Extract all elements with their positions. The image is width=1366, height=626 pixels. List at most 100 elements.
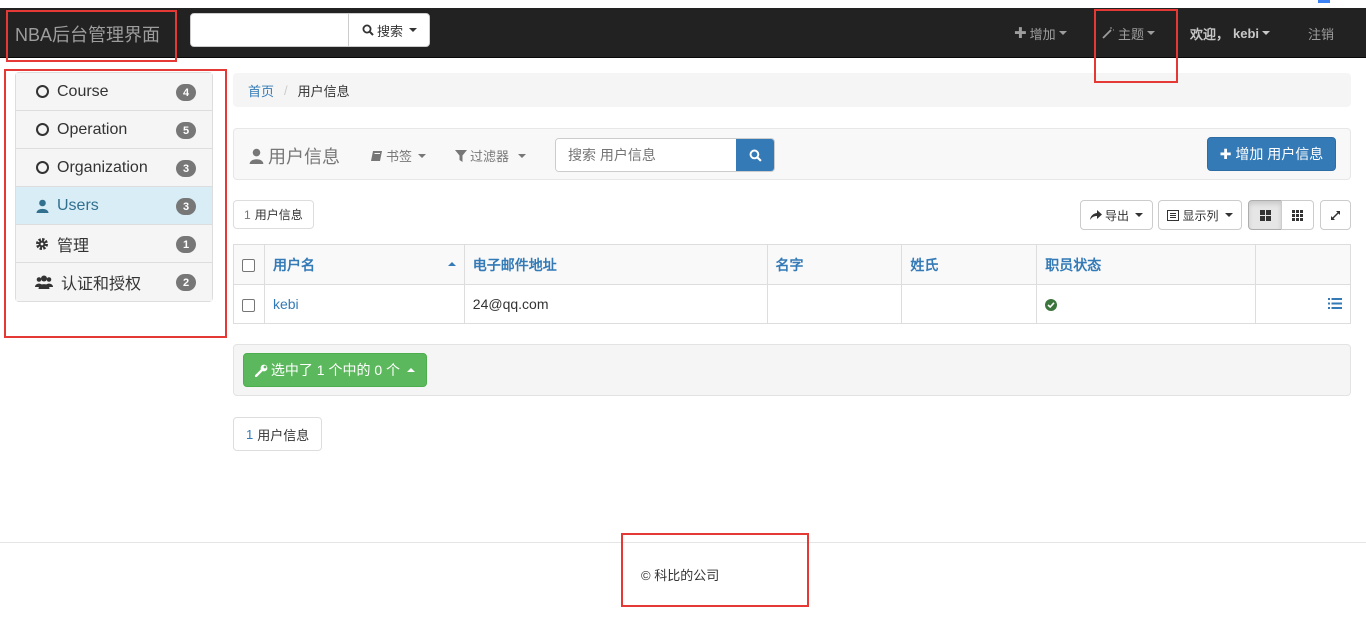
staff-status-cell: [1036, 284, 1256, 324]
list-search-input[interactable]: [556, 139, 737, 171]
browser-indicator: [1318, 0, 1330, 3]
result-count-number: 1: [246, 426, 254, 442]
row-select-cell: [233, 284, 265, 324]
column-header-username[interactable]: 用户名: [263, 244, 465, 285]
chevron-down-icon: [1135, 213, 1143, 217]
count-badge: 3: [176, 198, 196, 215]
count-badge: 5: [176, 122, 196, 139]
sidebar-item-auth[interactable]: 认证和授权 2: [16, 263, 212, 301]
username-link[interactable]: kebi: [273, 296, 299, 312]
grid-large-view-button[interactable]: [1248, 200, 1282, 230]
circle-outline-icon: [35, 161, 49, 175]
columns-label: 显示列: [1182, 208, 1219, 223]
list-alt-icon: [1167, 209, 1180, 221]
search-icon: [362, 24, 374, 36]
navbar-search: 搜索: [190, 13, 430, 47]
select-all-cell: [233, 244, 265, 285]
theme-menu[interactable]: 主题: [1102, 8, 1156, 58]
filters-dropdown[interactable]: 过滤器: [455, 146, 527, 165]
sidebar-item-label: 管理: [57, 237, 90, 255]
table-row: kebi 24@qq.com: [233, 284, 1351, 324]
username: kebi: [1233, 25, 1260, 41]
th-icon: [1292, 209, 1303, 221]
magic-wand-icon: [1102, 27, 1114, 39]
sidebar-menu: Course 4 Operation 5 Organization 3 User…: [15, 72, 213, 302]
add-user-label: 增加 用户信息: [1235, 146, 1324, 162]
result-count-number: 1: [244, 207, 251, 222]
list-icon[interactable]: [1328, 298, 1342, 309]
result-count: 1 用户信息: [233, 200, 314, 229]
sidebar-item-label: Operation: [57, 120, 128, 138]
user-menu[interactable]: 欢迎， kebi: [1190, 8, 1271, 58]
first-name-cell: [766, 284, 903, 324]
navbar-search-input[interactable]: [191, 14, 348, 46]
page-title: 用户信息: [249, 143, 340, 169]
plus-icon: ✚: [1014, 25, 1027, 42]
chevron-down-icon: [1147, 31, 1156, 35]
fullscreen-icon: [1331, 210, 1340, 220]
chevron-down-icon: [418, 153, 427, 158]
row-checkbox[interactable]: [242, 298, 256, 312]
columns-button[interactable]: 显示列: [1158, 200, 1242, 230]
email-cell: 24@qq.com: [463, 284, 768, 324]
search-icon: [749, 149, 762, 162]
sidebar-item-users[interactable]: Users 3: [16, 187, 212, 225]
sidebar-item-label: Organization: [57, 158, 148, 176]
column-header-email[interactable]: 电子邮件地址: [463, 244, 768, 285]
result-count-label: 用户信息: [257, 427, 310, 443]
bulk-action-button[interactable]: 选中了 1 个中的 0 个: [243, 353, 427, 387]
navbar-search-label: 搜索: [376, 23, 403, 39]
footer-divider: [0, 542, 1366, 543]
last-name-cell: [901, 284, 1038, 324]
plus-icon: ✚: [1219, 145, 1232, 162]
list-search: [555, 138, 775, 172]
breadcrumb-home-link[interactable]: 首页: [248, 81, 274, 100]
th-large-icon: [1259, 209, 1271, 221]
circle-outline-icon: [35, 123, 49, 137]
welcome-text: 欢迎，: [1190, 26, 1230, 42]
filter-icon: [455, 149, 467, 162]
navbar-search-button[interactable]: 搜索: [348, 14, 429, 46]
sidebar-item-course[interactable]: Course 4: [16, 73, 212, 111]
sort-ascending-icon: [447, 262, 456, 266]
column-header-actions: [1255, 244, 1351, 285]
bulk-action-label: 选中了 1 个中的 0 个: [270, 362, 401, 378]
sidebar-item-label: Users: [57, 196, 99, 214]
add-menu-label: 增加: [1029, 26, 1056, 42]
users-table: 用户名 电子邮件地址 名字 姓氏 职员状态 kebi 24@qq.com: [233, 244, 1351, 324]
chevron-down-icon: [409, 28, 417, 32]
sidebar-item-organization[interactable]: Organization 3: [16, 149, 212, 187]
chevron-down-icon: [1058, 31, 1067, 35]
bulk-action-bar: 选中了 1 个中的 0 个: [233, 344, 1351, 396]
sidebar-item-admin[interactable]: 管理 1: [16, 225, 212, 263]
book-icon: [371, 150, 382, 161]
export-label: 导出: [1104, 208, 1129, 223]
sidebar-item-label: Course: [57, 82, 109, 100]
user-icon: [249, 148, 264, 164]
add-menu[interactable]: ✚ 增加: [1014, 8, 1067, 58]
share-icon: [1089, 209, 1102, 220]
export-button[interactable]: 导出: [1080, 200, 1153, 230]
list-header-bar: 用户信息 书签 过滤器 ✚ 增加 用户信息: [233, 128, 1351, 180]
breadcrumb-separator: /: [284, 82, 288, 98]
chevron-down-icon: [518, 153, 527, 158]
gear-icon: [35, 237, 49, 251]
column-header-last-name[interactable]: 姓氏: [901, 244, 1038, 285]
grid-small-view-button[interactable]: [1281, 200, 1314, 230]
bookmarks-dropdown[interactable]: 书签: [370, 146, 427, 165]
fullscreen-button[interactable]: [1320, 200, 1351, 230]
sidebar-item-operation[interactable]: Operation 5: [16, 111, 212, 149]
brand-title[interactable]: NBA后台管理界面: [15, 21, 160, 47]
footer-copyright: © 科比的公司: [641, 568, 720, 583]
group-icon: [35, 275, 53, 289]
username-cell: kebi: [263, 284, 465, 324]
theme-menu-label: 主题: [1118, 26, 1145, 42]
list-search-button[interactable]: [736, 139, 774, 171]
add-user-button[interactable]: ✚ 增加 用户信息: [1207, 137, 1336, 171]
column-header-staff-status[interactable]: 职员状态: [1036, 244, 1256, 285]
count-badge: 1: [176, 236, 196, 253]
chevron-down-icon: [1262, 31, 1271, 35]
logout-link[interactable]: 注销: [1308, 8, 1334, 58]
column-header-first-name[interactable]: 名字: [766, 244, 903, 285]
select-all-checkbox[interactable]: [242, 259, 256, 273]
